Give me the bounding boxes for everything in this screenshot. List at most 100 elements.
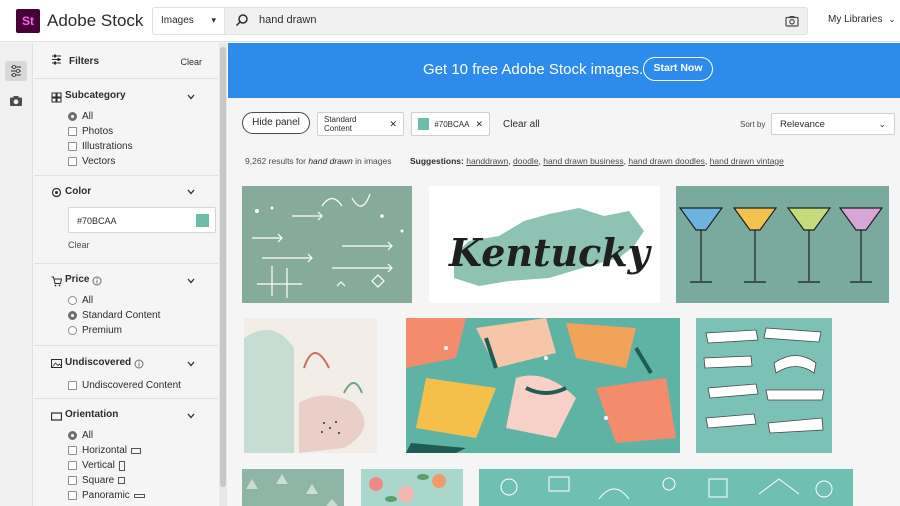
search-icon	[235, 14, 248, 27]
color-hex-input[interactable]: #70BCAA	[68, 207, 216, 233]
adobe-stock-logo[interactable]: St	[16, 9, 40, 33]
price-option-standard[interactable]: Standard Content	[68, 310, 160, 321]
orientation-title[interactable]: Orientation	[65, 409, 118, 420]
promo-banner: Get 10 free Adobe Stock images. Start No…	[228, 43, 900, 98]
image-result-triangles[interactable]	[242, 469, 344, 506]
suggestion-link[interactable]: hand drawn business	[543, 156, 623, 166]
checkbox[interactable]	[68, 476, 77, 485]
clear-all-link[interactable]: Clear all	[503, 119, 540, 130]
orientation-option-horizontal[interactable]: Horizontal	[68, 445, 142, 456]
kentucky-map-art: Kentucky	[448, 208, 653, 286]
orientation-option-square[interactable]: Square	[68, 475, 126, 486]
filter-chip-color[interactable]: #70BCAA ✕	[411, 112, 490, 136]
filters-toggle-button[interactable]	[5, 61, 27, 81]
visual-search-camera-icon[interactable]	[785, 14, 799, 28]
chevron-down-icon[interactable]	[186, 92, 196, 102]
checkbox[interactable]	[68, 127, 77, 136]
abstract-pastel-art	[244, 330, 365, 453]
undiscovered-option[interactable]: Undiscovered Content	[68, 380, 181, 391]
undiscovered-title[interactable]: Undiscovered	[65, 357, 131, 368]
filter-chip-standard-content[interactable]: Standard Content ✕	[317, 112, 404, 136]
chevron-down-icon[interactable]	[186, 187, 196, 197]
subcategory-option-illustrations[interactable]: Illustrations	[68, 141, 133, 152]
radio-selected[interactable]	[68, 311, 77, 320]
checkbox[interactable]	[68, 446, 77, 455]
suggestion-link[interactable]: handdrawn	[466, 156, 508, 166]
checkbox[interactable]	[68, 142, 77, 151]
price-title[interactable]: Price	[65, 274, 89, 285]
radio-selected[interactable]	[68, 431, 77, 440]
color-title[interactable]: Color	[65, 186, 91, 197]
image-result-ribbon-banners[interactable]	[696, 318, 832, 453]
promo-message: Get 10 free Adobe Stock images.	[423, 61, 644, 78]
close-icon[interactable]: ✕	[389, 119, 397, 130]
triangle-pattern-art	[246, 474, 338, 506]
checkbox[interactable]	[68, 461, 77, 470]
image-result-doodle-pattern[interactable]	[479, 469, 853, 506]
my-libraries-menu[interactable]: My Libraries ⌄	[828, 14, 896, 25]
sort-select[interactable]: Relevance ⌄	[771, 113, 895, 135]
radio[interactable]	[68, 296, 77, 305]
results-text: results for	[266, 156, 309, 166]
filters-title: Filters	[69, 56, 100, 67]
radio[interactable]	[68, 326, 77, 335]
vertical-icon	[118, 460, 125, 471]
price-option-premium[interactable]: Premium	[68, 325, 122, 336]
suggestions: Suggestions: handdrawn, doodle, hand dra…	[410, 156, 784, 166]
suggestion-link[interactable]: hand drawn doodles	[628, 156, 705, 166]
chevron-down-icon: ▾	[211, 15, 216, 25]
start-now-button[interactable]: Start Now	[643, 57, 713, 81]
ribbon-banners-art	[703, 327, 825, 434]
close-icon[interactable]: ✕	[475, 119, 483, 130]
filter-panel-scrollbar[interactable]	[219, 43, 227, 506]
suggestion-link[interactable]: hand drawn vintage	[710, 156, 784, 166]
color-swatch[interactable]	[196, 214, 209, 227]
image-result-kentucky[interactable]: Kentucky	[429, 186, 660, 303]
checkbox[interactable]	[68, 491, 77, 500]
option-label: Vertical	[82, 460, 115, 471]
price-option-all[interactable]: All	[68, 295, 93, 306]
orientation-option-all[interactable]: All	[68, 430, 93, 441]
subcategory-option-vectors[interactable]: Vectors	[68, 156, 115, 167]
chevron-down-icon[interactable]	[186, 411, 196, 421]
sort-value: Relevance	[780, 119, 825, 130]
camera-search-button[interactable]	[5, 91, 27, 111]
filters-header: Filters Clear	[34, 43, 218, 79]
cart-icon	[51, 276, 62, 287]
image-result-arrows-doodles[interactable]	[242, 186, 412, 303]
brand-name[interactable]: Adobe Stock	[47, 11, 143, 31]
subcategory-title[interactable]: Subcategory	[65, 90, 126, 101]
info-icon[interactable]	[134, 359, 144, 369]
floral-pattern-art	[369, 474, 446, 502]
image-result-abstract-brushstrokes[interactable]	[406, 318, 680, 453]
image-result-cocktail-glasses[interactable]	[676, 186, 889, 303]
chevron-down-icon[interactable]	[186, 276, 196, 286]
option-label: Photos	[82, 126, 114, 137]
image-result-floral[interactable]	[361, 469, 463, 506]
tool-rail	[0, 43, 33, 506]
suggestion-link[interactable]: doodle	[513, 156, 539, 166]
search-input[interactable]: hand drawn	[259, 14, 317, 26]
radio-selected[interactable]	[68, 112, 77, 121]
color-clear-link[interactable]: Clear	[68, 240, 90, 250]
checkbox[interactable]	[68, 381, 77, 390]
checkbox[interactable]	[68, 157, 77, 166]
search-type-select[interactable]: Images ▾	[153, 8, 225, 34]
grid-icon	[51, 92, 62, 103]
orientation-section: Orientation All Horizontal Vertical Squa…	[34, 400, 218, 506]
orientation-option-panoramic[interactable]: Panoramic	[68, 490, 145, 501]
color-swatch	[418, 118, 430, 130]
subcategory-option-photos[interactable]: Photos	[68, 126, 113, 137]
orientation-option-vertical[interactable]: Vertical	[68, 460, 125, 471]
search-bar: Images ▾ hand drawn	[152, 7, 808, 35]
info-icon[interactable]	[92, 276, 102, 286]
hide-panel-button[interactable]: Hide panel	[242, 112, 310, 134]
filters-clear-link[interactable]: Clear	[180, 57, 202, 67]
chevron-down-icon[interactable]	[186, 359, 196, 369]
chevron-down-icon: ⌄	[888, 14, 896, 24]
image-result-abstract-pastel[interactable]	[244, 318, 377, 453]
scrollbar-thumb[interactable]	[220, 47, 226, 487]
option-label: Premium	[82, 325, 123, 336]
subcategory-option-all[interactable]: All	[68, 111, 93, 122]
filter-panel: Filters Clear Subcategory All Photos Ill…	[34, 43, 218, 506]
